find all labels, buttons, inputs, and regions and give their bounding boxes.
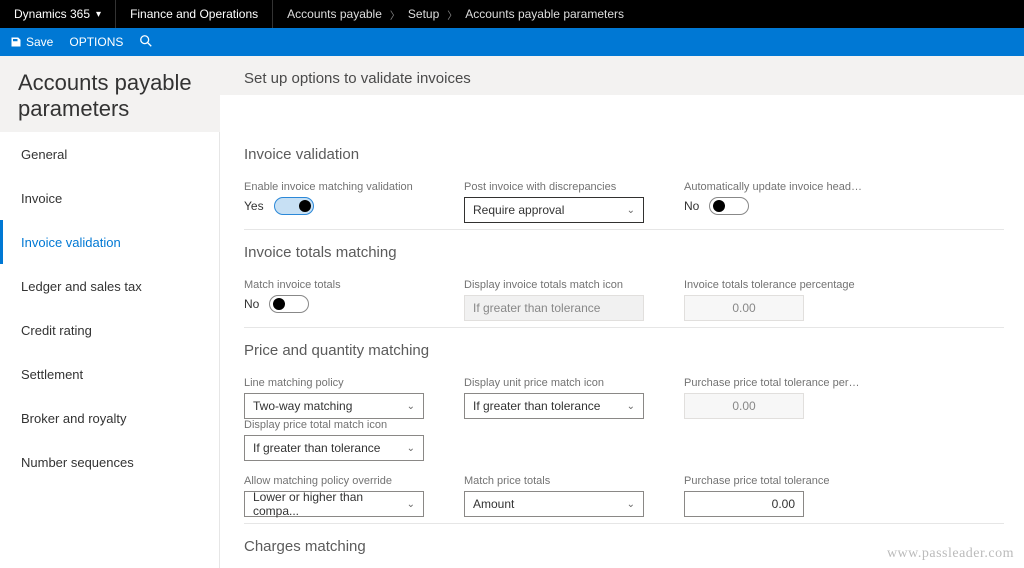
field-label: Display price total match icon xyxy=(244,419,424,431)
module-label: Finance and Operations xyxy=(116,0,273,28)
search-button[interactable] xyxy=(139,34,153,51)
field-label: Purchase price total tolerance percent xyxy=(684,377,864,389)
field-label: Invoice totals tolerance percentage xyxy=(684,279,864,291)
breadcrumb-item[interactable]: Setup xyxy=(408,7,439,21)
field-label: Post invoice with discrepancies xyxy=(464,181,644,193)
invoice-totals-tolerance-field: 0.00 xyxy=(684,295,804,321)
section-title-price-quantity: Price and quantity matching xyxy=(244,328,1024,369)
page-title: Accounts payable parameters xyxy=(0,56,220,132)
sidebar-item-settlement[interactable]: Settlement xyxy=(0,352,219,396)
chevron-down-icon: ⌄ xyxy=(407,443,415,454)
toggle-text: No xyxy=(684,199,699,213)
display-price-total-icon-select[interactable]: If greater than tolerance ⌄ xyxy=(244,435,424,461)
content-pane: Invoice validation Enable invoice matchi… xyxy=(220,132,1024,568)
sidebar-item-number-sequences[interactable]: Number sequences xyxy=(0,440,219,484)
post-invoice-discrepancies-select[interactable]: Require approval ⌄ xyxy=(464,197,644,223)
match-price-totals-select[interactable]: Amount ⌄ xyxy=(464,491,644,517)
chevron-down-icon: ▾ xyxy=(96,9,101,20)
sidebar-item-broker-royalty[interactable]: Broker and royalty xyxy=(0,396,219,440)
allow-matching-override-select[interactable]: Lower or higher than compa... ⌄ xyxy=(244,491,424,517)
purchase-price-total-percent-field: 0.00 xyxy=(684,393,804,419)
sidebar-item-general[interactable]: General xyxy=(0,132,219,176)
top-nav-bar: Dynamics 365 ▾ Finance and Operations Ac… xyxy=(0,0,1024,28)
breadcrumb-item[interactable]: Accounts payable parameters xyxy=(465,7,624,21)
chevron-down-icon: ⌄ xyxy=(407,401,415,412)
sidebar-nav: General Invoice Invoice validation Ledge… xyxy=(0,132,220,568)
brand-dropdown[interactable]: Dynamics 365 ▾ xyxy=(0,0,116,28)
chevron-down-icon: ⌄ xyxy=(627,401,635,412)
content-header: Set up options to validate invoices xyxy=(220,56,1024,95)
field-label: Allow matching policy override xyxy=(244,475,424,487)
breadcrumb: Accounts payable 〉 Setup 〉 Accounts paya… xyxy=(273,7,638,22)
section-title-charges: Charges matching xyxy=(244,524,1024,565)
breadcrumb-item[interactable]: Accounts payable xyxy=(287,7,382,21)
auto-update-header-toggle[interactable] xyxy=(709,197,749,215)
display-unit-price-icon-select[interactable]: If greater than tolerance ⌄ xyxy=(464,393,644,419)
match-invoice-totals-toggle[interactable] xyxy=(269,295,309,313)
display-invoice-totals-icon-field: If greater than tolerance xyxy=(464,295,644,321)
action-bar: Save OPTIONS xyxy=(0,28,1024,56)
options-button[interactable]: OPTIONS xyxy=(69,35,123,49)
field-label: Match invoice totals xyxy=(244,279,424,291)
sidebar-item-invoice[interactable]: Invoice xyxy=(0,176,219,220)
save-icon xyxy=(10,36,22,48)
chevron-down-icon: ⌄ xyxy=(407,499,415,510)
save-button[interactable]: Save xyxy=(10,35,53,49)
field-label: Automatically update invoice header ... xyxy=(684,181,864,193)
chevron-down-icon: ⌄ xyxy=(627,499,635,510)
field-label: Line matching policy xyxy=(244,377,424,389)
purchase-price-total-tolerance-input[interactable]: 0.00 xyxy=(684,491,804,517)
field-label: Display unit price match icon xyxy=(464,377,644,389)
search-icon xyxy=(139,34,153,48)
line-matching-policy-select[interactable]: Two-way matching ⌄ xyxy=(244,393,424,419)
sidebar-item-invoice-validation[interactable]: Invoice validation xyxy=(0,220,219,264)
field-label: Display invoice totals match icon xyxy=(464,279,644,291)
brand-label: Dynamics 365 xyxy=(14,7,90,21)
enable-invoice-matching-toggle[interactable] xyxy=(274,197,314,215)
field-label: Match price totals xyxy=(464,475,644,487)
section-title-invoice-totals: Invoice totals matching xyxy=(244,230,1024,271)
toggle-text: Yes xyxy=(244,199,264,213)
section-title-invoice-validation: Invoice validation xyxy=(244,132,1024,173)
chevron-down-icon: ⌄ xyxy=(627,205,635,216)
sidebar-item-credit-rating[interactable]: Credit rating xyxy=(0,308,219,352)
chevron-right-icon: 〉 xyxy=(390,7,400,22)
sidebar-item-ledger-sales-tax[interactable]: Ledger and sales tax xyxy=(0,264,219,308)
field-label: Enable invoice matching validation xyxy=(244,181,424,193)
chevron-right-icon: 〉 xyxy=(447,7,457,22)
toggle-text: No xyxy=(244,297,259,311)
field-label: Purchase price total tolerance xyxy=(684,475,864,487)
